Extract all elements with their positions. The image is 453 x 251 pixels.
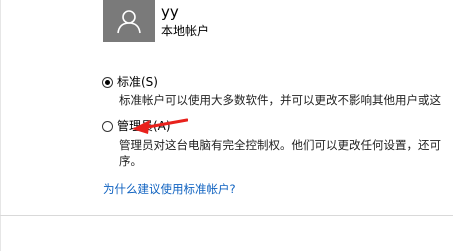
avatar — [103, 0, 155, 42]
left-divider — [0, 0, 1, 251]
bottom-divider — [0, 215, 453, 216]
radio-label-standard[interactable]: 标准(S) — [117, 75, 158, 89]
user-silhouette-icon — [117, 10, 141, 34]
account-type: 本地帐户 — [161, 24, 210, 38]
administrator-description-line1: 管理员对这台电脑有完全控制权。他们可以更改任何设置，还可 — [119, 138, 441, 152]
standard-description: 标准帐户可以使用大多数软件，并可以更改不影响其他用户或这 — [119, 93, 441, 107]
why-standard-account-link[interactable]: 为什么建议使用标准帐户? — [103, 181, 236, 197]
radio-button-administrator[interactable] — [102, 120, 113, 132]
red-arrow-icon — [132, 118, 188, 134]
radio-button-standard[interactable] — [102, 76, 113, 88]
administrator-description-line2: 序。 — [119, 154, 142, 168]
account-name: yy — [161, 3, 179, 21]
radio-standard[interactable]: 标准(S) — [102, 73, 158, 91]
